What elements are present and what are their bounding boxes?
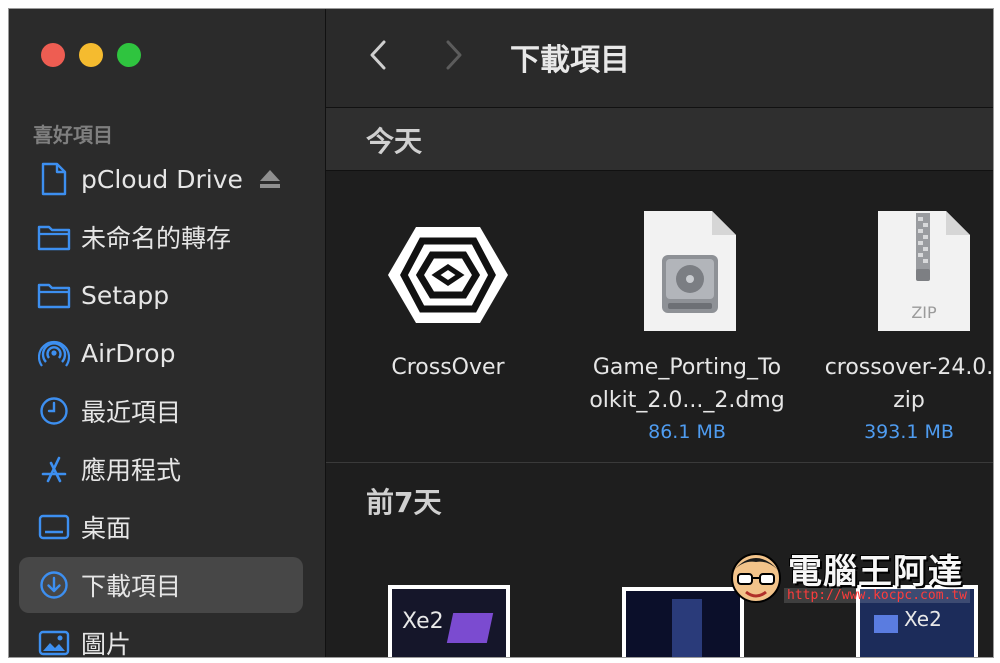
back-button[interactable] [368,39,388,75]
eject-icon[interactable] [259,169,281,189]
sidebar-item-label: AirDrop [81,338,176,368]
download-icon [37,568,71,602]
file-name: olkit_2.0..._2.dmg [589,388,785,413]
sidebar-item-label: 桌面 [81,514,132,543]
favorites-section-label: 喜好項目 [33,123,113,147]
file-name: Game_Porting_To [592,355,782,380]
sidebar-item-pictures[interactable]: 圖片 [19,615,303,658]
close-button[interactable] [41,43,65,67]
mascot-logo-icon [731,553,781,603]
sidebar-item-recents[interactable]: 最近項目 [19,383,303,439]
image-thumbnail-2[interactable] [622,587,744,657]
window-title: 下載項目 [510,43,630,78]
sidebar-item-downloads[interactable]: 下載項目 [19,557,303,613]
image-thumbnail-icon: Xe2 [904,607,942,631]
file-size: 393.1 MB [864,421,954,443]
sidebar-item-label: 應用程式 [81,456,182,485]
desktop-icon [37,510,71,544]
image-thumbnail-1[interactable]: Xe2 [388,585,510,657]
file-size: 86.1 MB [648,421,726,443]
minimize-button[interactable] [79,43,103,67]
sidebar-item-unnamed-dump[interactable]: 未命名的轉存 [19,209,303,265]
group-title: 前7天 [366,486,442,519]
group-header-today: 今天 [326,108,993,171]
file-name: CrossOver [391,355,505,380]
applications-icon [37,452,71,486]
image-thumbnail-icon [672,599,702,657]
sidebar-item-label: Setapp [81,280,170,310]
forward-button[interactable] [444,39,464,75]
crossover-app-icon [388,227,508,323]
sidebar: 喜好項目 pCloud Drive 未命名的轉存 Setapp AirDrop … [9,9,326,657]
thumbnail-graphic [446,613,494,643]
image-thumbnail-icon: Xe2 [402,609,444,634]
zip-badge-label: ZIP [911,303,937,322]
folder-icon [37,278,71,312]
folder-icon [37,220,71,254]
photos-icon [37,626,71,657]
disk-image-icon [644,211,736,331]
airdrop-icon [37,336,71,370]
group-header-previous-7-days: 前7天 [326,469,993,531]
file-name: crossover-24.0. [824,355,994,380]
sidebar-item-label: 未命名的轉存 [81,224,232,253]
thumbnail-graphic [874,615,898,633]
window-controls [41,43,141,67]
sidebar-item-label: 下載項目 [81,572,182,601]
group-divider [326,462,993,463]
group-title: 今天 [366,125,423,158]
sidebar-item-applications[interactable]: 應用程式 [19,441,303,497]
sidebar-item-pcloud-drive[interactable]: pCloud Drive [19,151,303,207]
sidebar-item-setapp[interactable]: Setapp [19,267,303,323]
watermark-title: 電腦王阿達 [788,552,963,592]
file-name: zip [893,388,925,413]
watermark: 電腦王阿達 http://www.kocpc.com.tw [728,544,978,610]
toolbar: 下載項目 [326,9,993,108]
sidebar-item-label: pCloud Drive [81,164,243,194]
sidebar-item-airdrop[interactable]: AirDrop [19,325,303,381]
sidebar-item-label: 圖片 [81,630,132,658]
watermark-url: http://www.kocpc.com.tw [784,588,971,603]
sidebar-item-label: 最近項目 [81,398,182,427]
zoom-button[interactable] [117,43,141,67]
document-icon [37,162,71,196]
sidebar-item-desktop[interactable]: 桌面 [19,499,303,555]
clock-icon [37,394,71,428]
